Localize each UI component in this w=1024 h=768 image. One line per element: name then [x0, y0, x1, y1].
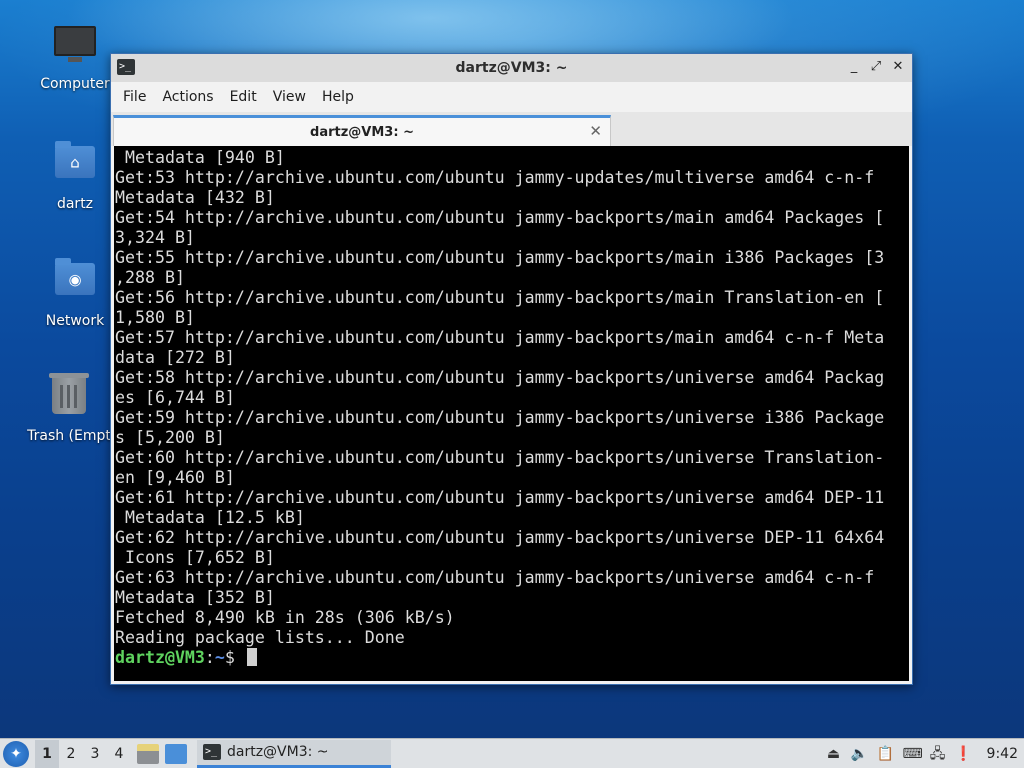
desktop-icon-label: dartz	[56, 196, 94, 212]
volume-icon[interactable]: 🔈	[851, 745, 869, 763]
menu-actions[interactable]: Actions	[154, 89, 221, 105]
window-title: dartz@VM3: ~	[455, 60, 568, 76]
terminal-line: Get:62 http://archive.ubuntu.com/ubuntu …	[115, 528, 885, 547]
terminal-line: Get:59 http://archive.ubuntu.com/ubuntu …	[115, 408, 885, 427]
workspace-1[interactable]: 1	[35, 739, 59, 768]
terminal-cursor	[246, 648, 257, 666]
desktop-icon-network[interactable]: ◉ Network	[27, 257, 123, 329]
terminal-line: Get:63 http://archive.ubuntu.com/ubuntu …	[115, 568, 875, 587]
computer-icon	[53, 26, 97, 70]
tab-close-icon[interactable]: ✕	[589, 122, 602, 140]
menu-edit[interactable]: Edit	[222, 89, 265, 105]
home-folder-icon: ⌂	[53, 141, 97, 190]
workspace-2[interactable]: 2	[59, 740, 83, 768]
taskbar: ✦ 1 2 3 4 >_ dartz@VM3: ~ ⏏ 🔈 📋 ⌨ 🖧 ❗ 9:…	[0, 738, 1024, 768]
task-terminal[interactable]: >_ dartz@VM3: ~	[197, 739, 391, 768]
terminal-output[interactable]: Metadata [940 B] Get:53 http://archive.ub…	[114, 146, 909, 681]
terminal-line: Get:60 http://archive.ubuntu.com/ubuntu …	[115, 448, 885, 467]
prompt-separator: :	[204, 648, 215, 667]
close-button[interactable]: ✕	[890, 58, 906, 76]
network-folder-icon: ◉	[53, 258, 97, 307]
terminal-line: 1,580 B]	[115, 308, 195, 327]
terminal-line: es [6,744 B]	[115, 388, 235, 407]
desktop-icon-label: Computer	[40, 76, 110, 92]
terminal-line: Get:56 http://archive.ubuntu.com/ubuntu …	[115, 288, 885, 307]
prompt-user: dartz@VM3	[115, 648, 205, 667]
terminal-prompt-line: dartz@VM3:~$	[115, 648, 909, 668]
terminal-line: Get:54 http://archive.ubuntu.com/ubuntu …	[115, 208, 885, 227]
show-desktop-icon[interactable]	[165, 743, 187, 764]
system-tray: ⏏ 🔈 📋 ⌨ 🖧 ❗ 9:42	[825, 745, 1024, 763]
terminal-lines: Metadata [940 B] Get:53 http://archive.ub…	[115, 148, 909, 648]
task-label: dartz@VM3: ~	[227, 744, 329, 760]
terminal-line: Metadata [12.5 kB]	[115, 508, 305, 527]
desktop-icon-home[interactable]: ⌂ dartz	[27, 140, 123, 212]
network-status-icon[interactable]: 🖧	[929, 745, 947, 763]
terminal-line: Icons [7,652 B]	[115, 548, 275, 567]
terminal-line: Get:53 http://archive.ubuntu.com/ubuntu …	[115, 168, 875, 187]
terminal-window[interactable]: >_ dartz@VM3: ~ _ ⤢ ✕ File Actions Edit …	[110, 53, 913, 685]
terminal-line: Metadata [432 B]	[115, 188, 275, 207]
workspace-3[interactable]: 3	[83, 740, 107, 768]
terminal-line: Get:58 http://archive.ubuntu.com/ubuntu …	[115, 368, 885, 387]
desktop-icon-label: Trash (Empt	[27, 428, 111, 444]
tab-label: dartz@VM3: ~	[310, 124, 414, 140]
prompt-symbol: $	[224, 648, 245, 667]
tab-terminal[interactable]: dartz@VM3: ~ ✕	[113, 115, 611, 146]
terminal-line: 3,324 B]	[115, 228, 195, 247]
desktop-icon-computer[interactable]: Computer	[27, 22, 123, 92]
menu-file[interactable]: File	[115, 89, 154, 105]
maximize-button[interactable]: ⤢	[868, 58, 884, 76]
clock[interactable]: 9:42	[987, 746, 1018, 762]
menu-help[interactable]: Help	[314, 89, 362, 105]
workspace-4[interactable]: 4	[107, 740, 131, 768]
window-controls: _ ⤢ ✕	[846, 58, 906, 76]
clipboard-icon[interactable]: 📋	[877, 745, 895, 763]
lxqt-start-icon[interactable]: ✦	[3, 740, 29, 767]
terminal-line: en [9,460 B]	[115, 468, 235, 487]
terminal-line: ,288 B]	[115, 268, 185, 287]
tab-bar: dartz@VM3: ~ ✕	[111, 112, 912, 146]
eject-icon[interactable]: ⏏	[825, 745, 843, 763]
file-manager-icon[interactable]	[137, 743, 159, 764]
terminal-line: Reading package lists... Done	[115, 628, 405, 647]
desktop-icon-label: Network	[45, 313, 105, 329]
keyboard-icon[interactable]: ⌨	[903, 745, 923, 763]
menu-view[interactable]: View	[265, 89, 314, 105]
terminal-line: Get:55 http://archive.ubuntu.com/ubuntu …	[115, 248, 885, 267]
workspace-switcher: 1 2 3 4	[35, 739, 131, 768]
trash-icon	[47, 373, 91, 422]
minimize-button[interactable]: _	[846, 58, 862, 76]
terminal-line: s [5,200 B]	[115, 428, 225, 447]
terminal-line: Fetched 8,490 kB in 28s (306 kB/s)	[115, 608, 455, 627]
terminal-app-icon[interactable]: >_	[117, 59, 135, 75]
notification-icon[interactable]: ❗	[955, 745, 973, 763]
terminal-line: Get:61 http://archive.ubuntu.com/ubuntu …	[115, 488, 885, 507]
terminal-line: Get:57 http://archive.ubuntu.com/ubuntu …	[115, 328, 885, 347]
desktop-icon-trash[interactable]: Trash (Empt	[21, 373, 117, 444]
window-titlebar[interactable]: >_ dartz@VM3: ~ _ ⤢ ✕	[111, 54, 912, 82]
terminal-task-icon: >_	[203, 744, 221, 760]
terminal-line: Metadata [940 B]	[115, 148, 285, 167]
prompt-path: ~	[214, 648, 225, 667]
menubar: File Actions Edit View Help	[111, 82, 912, 112]
terminal-line: data [272 B]	[115, 348, 235, 367]
terminal-line: Metadata [352 B]	[115, 588, 275, 607]
